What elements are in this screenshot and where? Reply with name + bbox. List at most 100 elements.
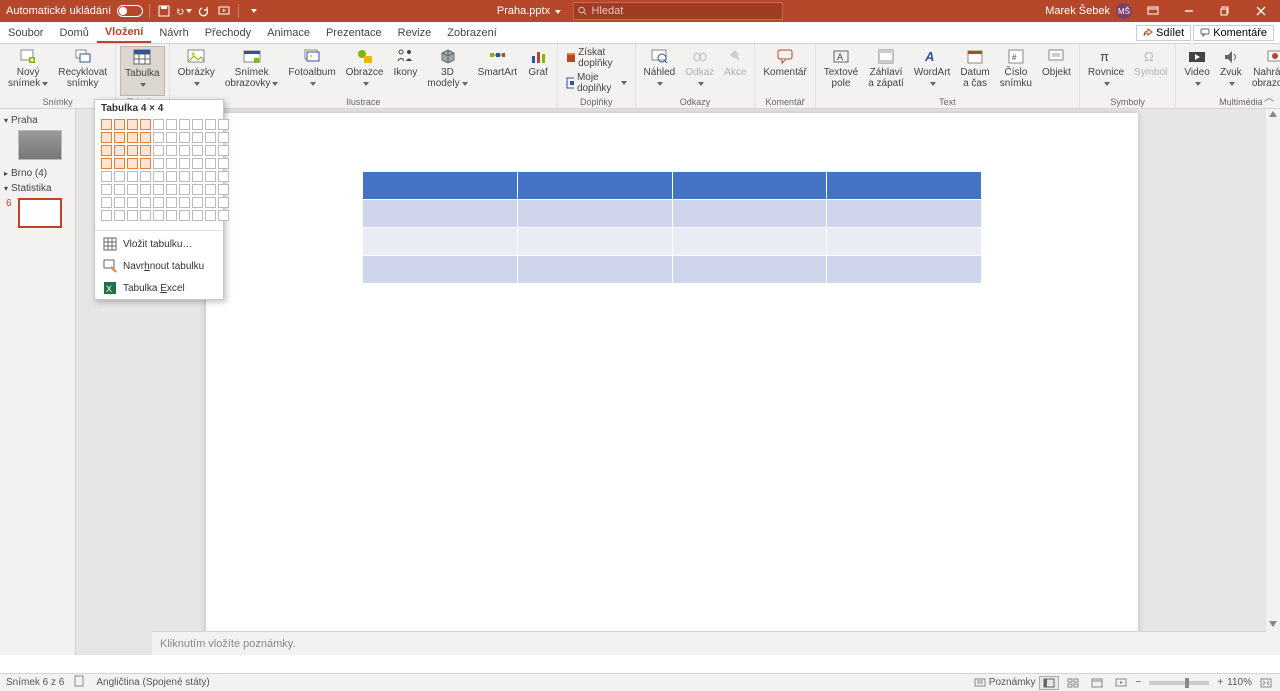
date-time-button[interactable]: Datuma čas <box>956 46 993 96</box>
grid-cell[interactable] <box>140 210 151 221</box>
textbox-button[interactable]: ATextovépole <box>820 46 862 96</box>
grid-cell[interactable] <box>218 184 229 195</box>
grid-cell[interactable] <box>179 132 190 143</box>
grid-cell[interactable] <box>218 158 229 169</box>
spellcheck-icon[interactable] <box>74 675 86 690</box>
tab-navrh[interactable]: Návrh <box>151 22 196 43</box>
grid-cell[interactable] <box>153 119 164 130</box>
grid-cell[interactable] <box>205 119 216 130</box>
grid-cell[interactable] <box>114 197 125 208</box>
slide[interactable] <box>206 113 1138 639</box>
language-label[interactable]: Angličtina (Spojené státy) <box>96 677 209 688</box>
tab-animace[interactable]: Animace <box>259 22 318 43</box>
grid-cell[interactable] <box>127 210 138 221</box>
grid-cell[interactable] <box>166 197 177 208</box>
slide-canvas[interactable]: Kliknutím vložíte poznámky. <box>76 109 1280 655</box>
grid-cell[interactable] <box>140 132 151 143</box>
grid-cell[interactable] <box>179 210 190 221</box>
photoalbum-button[interactable]: Fotoalbum <box>284 46 339 96</box>
audio-button[interactable]: Zvuk <box>1216 46 1246 96</box>
redo-icon[interactable] <box>196 3 212 19</box>
grid-cell[interactable] <box>101 184 112 195</box>
grid-cell[interactable] <box>205 210 216 221</box>
draw-table-item[interactable]: Navrhnout tabulku <box>95 255 223 277</box>
grid-cell[interactable] <box>205 132 216 143</box>
wordart-button[interactable]: AWordArt <box>910 46 955 96</box>
my-addins-button[interactable]: Moje doplňky <box>562 71 630 95</box>
equation-button[interactable]: πRovnice <box>1084 46 1128 96</box>
vertical-scrollbar[interactable] <box>1266 109 1280 655</box>
grid-cell[interactable] <box>179 184 190 195</box>
grid-cell[interactable] <box>192 210 203 221</box>
grid-cell[interactable] <box>127 132 138 143</box>
search-input[interactable] <box>591 5 778 17</box>
grid-cell[interactable] <box>205 184 216 195</box>
tab-prechody[interactable]: Přechody <box>197 22 259 43</box>
grid-cell[interactable] <box>166 184 177 195</box>
zoom-out-icon[interactable]: − <box>1135 677 1141 688</box>
comment-button[interactable]: Komentář <box>759 46 810 96</box>
link-button[interactable]: Odkaz <box>681 46 718 96</box>
slide-thumbnail[interactable] <box>18 130 62 160</box>
grid-cell[interactable] <box>166 145 177 156</box>
grid-cell[interactable] <box>127 158 138 169</box>
grid-cell[interactable] <box>218 132 229 143</box>
comments-button[interactable]: Komentáře <box>1193 25 1274 41</box>
grid-cell[interactable] <box>218 145 229 156</box>
grid-cell[interactable] <box>192 171 203 182</box>
grid-cell[interactable] <box>127 145 138 156</box>
grid-cell[interactable] <box>101 158 112 169</box>
user-avatar[interactable]: MŠ <box>1116 3 1132 19</box>
close-icon[interactable] <box>1246 0 1276 22</box>
ribbon-display-icon[interactable] <box>1138 0 1168 22</box>
grid-cell[interactable] <box>114 210 125 221</box>
tab-vlozeni[interactable]: Vložení <box>97 22 152 43</box>
grid-cell[interactable] <box>114 145 125 156</box>
grid-cell[interactable] <box>192 197 203 208</box>
grid-cell[interactable] <box>101 171 112 182</box>
excel-table-item[interactable]: X Tabulka Excel <box>95 277 223 299</box>
autosave-toggle[interactable] <box>117 5 143 17</box>
grid-cell[interactable] <box>205 171 216 182</box>
grid-cell[interactable] <box>218 197 229 208</box>
grid-cell[interactable] <box>179 158 190 169</box>
grid-cell[interactable] <box>218 210 229 221</box>
grid-cell[interactable] <box>114 171 125 182</box>
grid-cell[interactable] <box>101 210 112 221</box>
grid-cell[interactable] <box>192 119 203 130</box>
grid-cell[interactable] <box>179 119 190 130</box>
undo-icon[interactable] <box>176 3 192 19</box>
grid-cell[interactable] <box>153 210 164 221</box>
grid-cell[interactable] <box>205 158 216 169</box>
grid-cell[interactable] <box>140 119 151 130</box>
zoom-in-icon[interactable]: + <box>1217 677 1223 688</box>
collapse-ribbon-icon[interactable]: ︿ <box>1264 89 1274 104</box>
grid-cell[interactable] <box>101 197 112 208</box>
grid-cell[interactable] <box>166 210 177 221</box>
shapes-button[interactable]: Obrazce <box>342 46 388 96</box>
grid-cell[interactable] <box>153 145 164 156</box>
symbol-button[interactable]: ΩSymbol <box>1130 46 1171 96</box>
grid-cell[interactable] <box>192 184 203 195</box>
section-praha[interactable]: ▾Praha <box>4 113 71 128</box>
grid-cell[interactable] <box>114 119 125 130</box>
grid-cell[interactable] <box>101 145 112 156</box>
grid-cell[interactable] <box>179 145 190 156</box>
tab-prezentace[interactable]: Prezentace <box>318 22 390 43</box>
qat-customize-icon[interactable] <box>245 3 261 19</box>
grid-cell[interactable] <box>166 158 177 169</box>
grid-cell[interactable] <box>114 132 125 143</box>
icons-button[interactable]: Ikony <box>389 46 421 96</box>
sorter-view-icon[interactable] <box>1063 676 1083 690</box>
grid-cell[interactable] <box>166 132 177 143</box>
grid-cell[interactable] <box>140 171 151 182</box>
3d-models-button[interactable]: 3Dmodely <box>423 46 471 96</box>
new-slide-button[interactable]: Nový snímek <box>4 46 52 96</box>
grid-cell[interactable] <box>127 171 138 182</box>
fit-window-icon[interactable] <box>1256 676 1276 690</box>
grid-cell[interactable] <box>153 171 164 182</box>
minimize-icon[interactable] <box>1174 0 1204 22</box>
video-button[interactable]: Video <box>1180 46 1213 96</box>
share-button[interactable]: Sdílet <box>1136 25 1191 41</box>
grid-cell[interactable] <box>127 184 138 195</box>
